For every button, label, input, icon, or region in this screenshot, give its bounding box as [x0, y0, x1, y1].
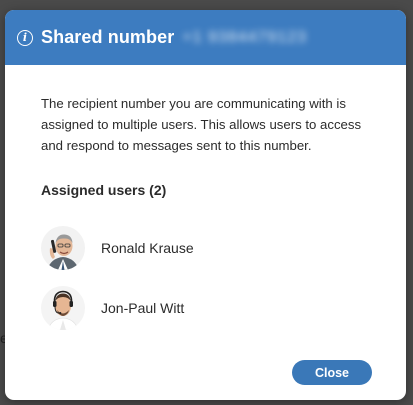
man-with-headset-avatar-image — [41, 286, 85, 330]
assigned-users-heading: Assigned users (2) — [41, 182, 167, 198]
dialog-body: The recipient number you are communicati… — [5, 65, 406, 338]
masked-phone-number: +1 9384479123 — [182, 28, 308, 46]
close-button[interactable]: Close — [292, 360, 372, 385]
shared-number-dialog: i Shared number +1 9384479123 The recipi… — [5, 10, 406, 400]
user-name: Jon-Paul Witt — [101, 300, 185, 316]
avatar — [41, 286, 85, 330]
info-icon: i — [17, 29, 33, 46]
dialog-header: i Shared number +1 9384479123 — [5, 10, 406, 65]
user-name: Ronald Krause — [101, 240, 194, 256]
avatar — [41, 226, 85, 270]
user-row: Ronald Krause — [41, 218, 370, 278]
assigned-users-list: Ronald Krause Jon-Paul Witt — [41, 218, 370, 338]
dialog-footer: Close — [292, 360, 372, 385]
dialog-description: The recipient number you are communicati… — [41, 96, 362, 153]
user-row: Jon-Paul Witt — [41, 278, 370, 338]
man-on-phone-avatar-image — [41, 226, 85, 270]
dialog-title: Shared number — [41, 27, 175, 47]
